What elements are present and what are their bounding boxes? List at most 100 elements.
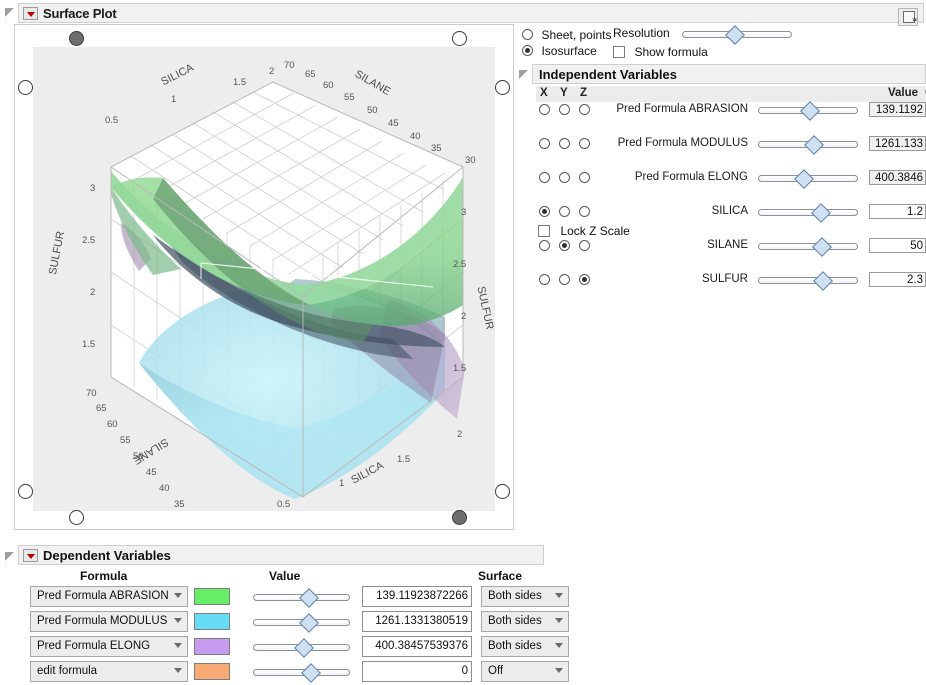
dep-row1-surface-select[interactable]: Both sides — [481, 611, 569, 632]
list-item[interactable]: edit formula 0 Off — [30, 661, 560, 683]
row5-z-radio[interactable] — [579, 274, 590, 285]
row3-x-radio[interactable] — [539, 206, 550, 217]
show-formula-checkbox[interactable] — [613, 46, 625, 58]
row2-x-radio[interactable] — [539, 172, 550, 183]
independent-variables-outline-triangle-icon[interactable] — [518, 68, 530, 80]
dep-row2-color-swatch[interactable] — [194, 638, 230, 655]
row4-y-radio[interactable] — [559, 240, 570, 251]
dep-row2-value-field[interactable]: 400.38457539376 — [362, 636, 472, 657]
row5-y-radio[interactable] — [559, 274, 570, 285]
table-row[interactable]: Pred Formula MODULUS 1261.133 — [536, 136, 926, 153]
dep-row1-value-slider[interactable] — [253, 616, 350, 628]
list-item[interactable]: Pred Formula ABRASION 139.11923872266 Bo… — [30, 586, 560, 608]
show-formula-row[interactable]: Show formula — [613, 43, 708, 61]
row1-y-radio[interactable] — [559, 138, 570, 149]
dep-row2-value-slider[interactable] — [253, 641, 350, 653]
table-row[interactable]: Pred Formula ABRASION 139.1192 — [536, 102, 926, 119]
row3-z-radio[interactable] — [579, 206, 590, 217]
row1-z-radio[interactable] — [579, 138, 590, 149]
lock-z-scale-checkbox[interactable] — [538, 225, 550, 237]
row3-y-radio[interactable] — [559, 206, 570, 217]
surface-plot-frame[interactable]: SILICA SILANE SULFUR SULFUR SILANE SILIC… — [14, 24, 514, 530]
row4-value-field[interactable]: 50 — [869, 238, 926, 253]
row4-x-radio[interactable] — [539, 240, 550, 251]
dep-row1-color-swatch[interactable] — [194, 613, 230, 630]
row0-value-field[interactable]: 139.1192 — [869, 102, 926, 117]
row0-value-slider[interactable] — [758, 104, 858, 116]
isosurface-radio[interactable] — [522, 45, 533, 56]
dep-row1-value-field[interactable]: 1261.1331380519 — [362, 611, 472, 632]
dep-row0-value-field[interactable]: 139.11923872266 — [362, 586, 472, 607]
surface-plot-title: Surface Plot — [43, 6, 116, 21]
dep-row2-formula-select[interactable]: Pred Formula ELONG — [30, 636, 188, 657]
rotate-handle-bottom-left[interactable] — [69, 510, 84, 525]
dep-row3-color-swatch[interactable] — [194, 663, 230, 680]
dep-row1-formula-select[interactable]: Pred Formula MODULUS — [30, 611, 188, 632]
surface-plot-3d-canvas[interactable]: SILICA SILANE SULFUR SULFUR SILANE SILIC… — [33, 47, 495, 511]
row1-value-field[interactable]: 1261.133 — [869, 136, 926, 151]
row3-value-slider[interactable] — [758, 206, 858, 218]
isosurface-radio-row[interactable]: Isosurface — [522, 42, 597, 60]
surface-plot-menu-icon[interactable] — [23, 7, 38, 20]
dep-row3-value-slider[interactable] — [253, 666, 350, 678]
row0-z-radio[interactable] — [579, 104, 590, 115]
row1-value-slider[interactable] — [758, 138, 858, 150]
dep-row0-value-slider[interactable] — [253, 591, 350, 603]
row5-value-slider[interactable] — [758, 274, 858, 286]
row2-z-radio[interactable] — [579, 172, 590, 183]
dep-row1-slider-thumb[interactable] — [299, 613, 319, 633]
dep-row0-formula-select[interactable]: Pred Formula ABRASION — [30, 586, 188, 607]
dep-row2-surface-select[interactable]: Both sides — [481, 636, 569, 657]
table-row[interactable]: SILICA 1.2 — [536, 204, 926, 221]
row0-slider-thumb[interactable] — [800, 101, 820, 121]
rotate-handle-left-upper[interactable] — [18, 80, 33, 95]
row3-slider-thumb[interactable] — [811, 203, 831, 223]
row1-slider-thumb[interactable] — [804, 135, 824, 155]
surface-plot-3d-scene[interactable] — [33, 47, 495, 511]
dep-row3-surface-select[interactable]: Off — [481, 661, 569, 682]
row4-slider-thumb[interactable] — [812, 237, 832, 257]
row2-value-slider[interactable] — [758, 172, 858, 184]
row0-y-radio[interactable] — [559, 104, 570, 115]
row4-value-slider[interactable] — [758, 240, 858, 252]
row5-x-radio[interactable] — [539, 274, 550, 285]
rotate-handle-bottom-right[interactable] — [452, 510, 467, 525]
dep-row2-slider-thumb[interactable] — [294, 638, 314, 658]
window-popout-icon[interactable]: ✶ — [898, 8, 918, 26]
table-row[interactable]: SILANE 50 — [536, 238, 926, 255]
row1-x-radio[interactable] — [539, 138, 550, 149]
resolution-slider-thumb[interactable] — [725, 25, 745, 45]
dep-row3-slider-thumb[interactable] — [302, 663, 322, 683]
row2-y-radio[interactable] — [559, 172, 570, 183]
row5-slider-thumb[interactable] — [813, 271, 833, 291]
dep-row0-color-swatch[interactable] — [194, 588, 230, 605]
dep-row3-formula-select[interactable]: edit formula — [30, 661, 188, 682]
row5-slider-track — [758, 277, 858, 284]
row2-value-field[interactable]: 400.3846 — [869, 170, 926, 185]
row2-slider-thumb[interactable] — [794, 169, 814, 189]
list-item[interactable]: Pred Formula ELONG 400.38457539376 Both … — [30, 636, 560, 658]
list-item[interactable]: Pred Formula MODULUS 1261.1331380519 Bot… — [30, 611, 560, 633]
lock-z-scale-row[interactable]: Lock Z Scale — [538, 222, 630, 240]
sheet-points-radio[interactable] — [522, 29, 533, 40]
table-row[interactable]: Pred Formula ELONG 400.3846 — [536, 170, 926, 187]
resolution-slider[interactable] — [682, 28, 792, 40]
row3-value-field[interactable]: 1.2 — [869, 204, 926, 219]
row5-value-field[interactable]: 2.3 — [869, 272, 926, 287]
rotate-handle-top-right[interactable] — [452, 31, 467, 46]
dep-row0-surface-select[interactable]: Both sides — [481, 586, 569, 607]
row4-z-radio[interactable] — [579, 240, 590, 251]
surface-plot-panel: Surface Plot ✶ — [0, 0, 926, 536]
rotate-handle-left-lower[interactable] — [18, 484, 33, 499]
dependent-variables-outline-triangle-icon[interactable] — [4, 550, 16, 562]
rotate-handle-top-left[interactable] — [69, 31, 84, 46]
surface-plot-outline-triangle-icon[interactable] — [4, 6, 16, 18]
row0-x-radio[interactable] — [539, 104, 550, 115]
dep-row0-slider-thumb[interactable] — [299, 588, 319, 608]
tick-silane-top-6: 40 — [410, 131, 421, 142]
dependent-variables-menu-icon[interactable] — [23, 549, 38, 562]
dep-row3-value-field[interactable]: 0 — [362, 661, 472, 682]
table-row[interactable]: SULFUR 2.3 — [536, 272, 926, 289]
rotate-handle-right-lower[interactable] — [495, 484, 510, 499]
rotate-handle-right-upper[interactable] — [495, 80, 510, 95]
